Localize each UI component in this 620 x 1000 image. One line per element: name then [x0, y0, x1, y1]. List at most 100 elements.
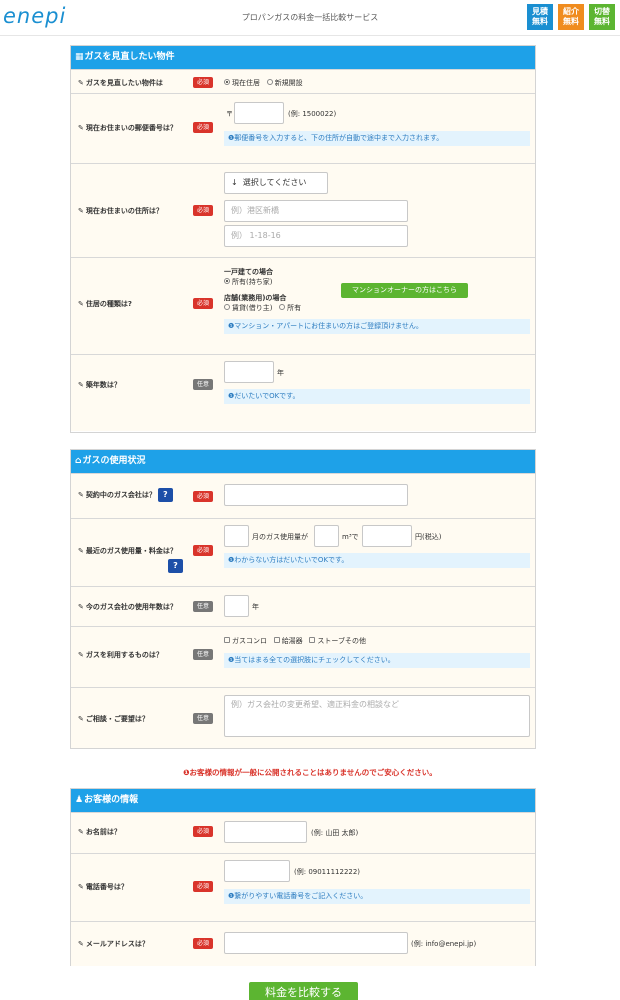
- zip-input[interactable]: [234, 102, 284, 124]
- request-question: ✎ ご相談・ご要望は？: [78, 714, 149, 724]
- heater-other-label: ストーブその他: [317, 637, 366, 645]
- radio-empty-icon: [224, 304, 230, 310]
- prefecture-select[interactable]: ↓ 選択してください: [224, 172, 328, 194]
- shop-label: 店舗(業務用)の場合: [224, 294, 287, 302]
- gas-usage-note: ❶わからない方はだいたいでOKです。: [224, 553, 530, 568]
- name-input[interactable]: [224, 821, 307, 843]
- email-question: ✎ メールアドレスは？: [78, 939, 149, 949]
- housing-type-note: ❶マンション・アパートにお住まいの方はご登録頂けません。: [224, 319, 530, 334]
- housing-type-note-text: マンション・アパートにお住まいの方はご登録頂けません。: [234, 322, 423, 330]
- privacy-warning: ❶お客様の情報が一般に公開されることはありませんのでご安心ください。: [0, 767, 620, 778]
- help-icon[interactable]: ?: [168, 559, 183, 573]
- gas-usage-price-input[interactable]: [362, 525, 412, 547]
- gas-company-question: ✎ 契約中のガス会社は？?: [78, 488, 173, 502]
- email-input[interactable]: [224, 932, 408, 954]
- gas-usage-section: ⌂ガスの使用状況 ✎ 契約中のガス会社は？? 必須 ✎ 最近のガス使用量・料金は？ …: [70, 449, 536, 749]
- customer-info-section: ♟お客様の情報 ✎ お名前は？ 必須 (例: 山田 太郎) ✎ 電話番号は？ 必須 …: [70, 788, 536, 966]
- required-badge: 必須: [193, 122, 213, 133]
- building-age-note-text: だいたいでOKです。: [234, 392, 300, 400]
- gas-uses-note: ❶当てはまる全ての選択肢にチェックしてください。: [224, 653, 530, 668]
- estimate-free-line1: 見積: [532, 7, 548, 16]
- referral-free-line2: 無料: [563, 17, 579, 26]
- building-icon: ▦: [75, 52, 84, 62]
- address-row: ✎ 現在お住まいの住所は？ 必須 ↓ 選択してください 例）港区新橋 例） 1-1…: [71, 163, 535, 257]
- privacy-warning-text: お客様の情報が一般に公開されることはありませんのでご安心ください。: [189, 768, 437, 777]
- new-open-label: 新規開設: [274, 79, 303, 87]
- years-input[interactable]: [224, 595, 249, 617]
- shop-radio-group: 賃貸(借り主) 所有: [224, 303, 301, 313]
- help-icon[interactable]: ?: [157, 488, 173, 502]
- gas-uses-question-label: ガスを利用するものは？: [85, 651, 163, 659]
- gas-usage-text2: m³で: [342, 533, 359, 541]
- water-heater-checkbox[interactable]: 給湯器: [273, 637, 303, 645]
- pencil-icon: ✎: [78, 603, 84, 611]
- phone-note: ❶繋がりやすい電話番号をご記入ください。: [224, 889, 530, 904]
- checkbox-icon: [273, 637, 280, 643]
- shop-owned-label: 所有: [287, 304, 302, 312]
- referral-free-button[interactable]: 紹介 無料: [558, 4, 584, 30]
- gas-usage-row: ✎ 最近のガス使用量・料金は？ ? 必須 月のガス使用量が m³で 円(税込) ❶…: [71, 518, 535, 586]
- house-owned-radio[interactable]: 所有(持ち家): [224, 277, 272, 287]
- gas-uses-question: ✎ ガスを利用するものは？: [78, 650, 163, 660]
- current-home-label: 現在住居: [232, 79, 260, 87]
- zip-mark: 〒: [226, 110, 233, 118]
- shop-owned-radio[interactable]: 所有: [279, 304, 301, 312]
- pencil-icon: ✎: [78, 715, 84, 723]
- address1-input[interactable]: 例）港区新橋: [224, 200, 408, 222]
- years-row: ✎ 今のガス会社の使用年数は？ 任意 年: [71, 586, 535, 626]
- prefecture-select-label: 選択してください: [242, 178, 307, 187]
- current-home-radio[interactable]: 現在住居: [224, 79, 260, 87]
- pencil-icon: ✎: [78, 828, 84, 836]
- pencil-icon: ✎: [78, 207, 84, 215]
- years-unit: 年: [252, 603, 259, 611]
- switch-free-line1: 切替: [594, 7, 610, 16]
- address2-input[interactable]: 例） 1-18-16: [224, 225, 408, 247]
- phone-input[interactable]: [224, 860, 290, 882]
- house-owned-label: 所有(持ち家): [232, 278, 273, 286]
- property-section-header: ▦ガスを見直したい物件: [71, 46, 535, 69]
- request-row: ✎ ご相談・ご要望は？ 任意 例）ガス会社の変更希望、適正料金の相談など: [71, 687, 535, 748]
- gas-usage-text1: 月のガス使用量が: [252, 533, 308, 541]
- zip-question: ✎ 現在お住まいの郵便番号は？: [78, 123, 177, 133]
- stove-checkbox[interactable]: ガスコンロ: [224, 637, 267, 645]
- gas-usage-question-label: 最近のガス使用量・料金は？: [85, 547, 177, 555]
- stove-label: ガスコンロ: [232, 637, 267, 645]
- mansion-owner-button[interactable]: マンションオーナーの方はこちら: [341, 283, 468, 298]
- radio-selected-icon: [224, 79, 230, 85]
- address-question: ✎ 現在お住まいの住所は？: [78, 206, 163, 216]
- compare-price-button[interactable]: 料金を比較する: [249, 982, 358, 1000]
- building-age-unit: 年: [277, 369, 284, 377]
- shop-rent-radio[interactable]: 賃貸(借り主): [224, 304, 272, 312]
- switch-free-line2: 無料: [594, 17, 610, 26]
- shop-rent-label: 賃貸(借り主): [232, 304, 273, 312]
- home-icon: ⌂: [75, 456, 82, 466]
- gas-usage-note-text: わからない方はだいたいでOKです。: [234, 556, 349, 564]
- gas-company-input[interactable]: [224, 484, 408, 506]
- gas-usage-month-input[interactable]: [224, 525, 249, 547]
- required-badge: 必須: [193, 881, 213, 892]
- customer-info-section-title: お客様の情報: [84, 795, 139, 805]
- pencil-icon: ✎: [78, 651, 84, 659]
- gas-usage-amount-input[interactable]: [314, 525, 339, 547]
- name-question: ✎ お名前は？: [78, 827, 121, 837]
- checkbox-icon: [309, 637, 316, 643]
- request-textarea[interactable]: 例）ガス会社の変更希望、適正料金の相談など: [224, 695, 530, 737]
- estimate-free-button[interactable]: 見積 無料: [527, 4, 553, 30]
- pencil-icon: ✎: [78, 300, 84, 308]
- arrow-down-icon: ↓: [231, 178, 238, 187]
- property-question: ✎ ガスを見直したい物件は: [78, 78, 163, 88]
- gas-company-question-label: 契約中のガス会社は？: [85, 491, 156, 499]
- gas-uses-checkbox-group: ガスコンロ 給湯器 ストーブその他: [224, 636, 366, 646]
- switch-free-button[interactable]: 切替 無料: [589, 4, 615, 30]
- building-age-input[interactable]: [224, 361, 274, 383]
- required-badge: 必須: [193, 298, 213, 309]
- required-badge: 必須: [193, 205, 213, 216]
- heater-other-checkbox[interactable]: ストーブその他: [309, 637, 366, 645]
- required-badge: 必須: [193, 545, 213, 556]
- new-open-radio[interactable]: 新規開設: [266, 79, 303, 87]
- request-question-label: ご相談・ご要望は？: [85, 715, 149, 723]
- required-badge: 必須: [193, 938, 213, 949]
- building-age-row: ✎ 築年数は？ 任意 年 ❶だいたいでOKです。: [71, 354, 535, 431]
- required-badge: 必須: [193, 491, 213, 502]
- property-section-title: ガスを見直したい物件: [84, 52, 175, 62]
